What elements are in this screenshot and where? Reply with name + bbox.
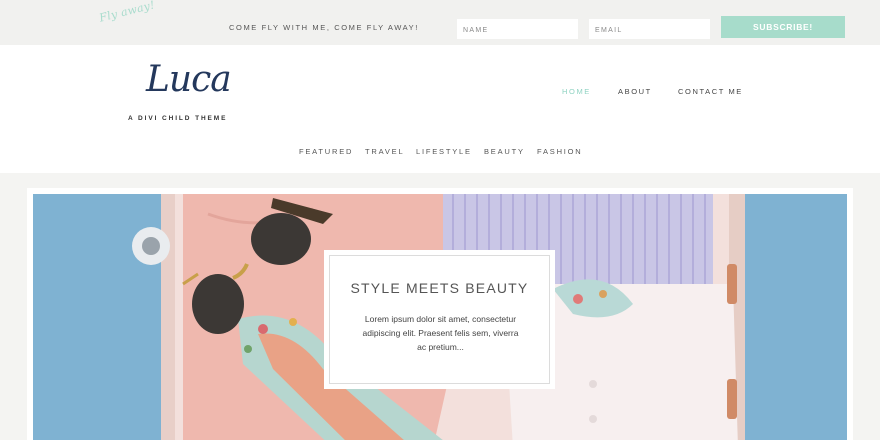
- site-logo[interactable]: Luca: [146, 59, 232, 100]
- fly-away-script: Fly away!: [98, 0, 157, 25]
- hero-caption-card: STYLE MEETS BEAUTY Lorem ipsum dolor sit…: [324, 250, 555, 389]
- nav-contact-me[interactable]: CONTACT ME: [678, 87, 743, 96]
- nav-home[interactable]: HOME: [562, 87, 591, 96]
- nav-about[interactable]: ABOUT: [618, 87, 652, 96]
- category-beauty[interactable]: BEAUTY: [484, 147, 525, 156]
- hero-caption-border: STYLE MEETS BEAUTY Lorem ipsum dolor sit…: [329, 255, 550, 384]
- email-input[interactable]: [589, 19, 710, 39]
- category-featured[interactable]: FEATURED: [299, 147, 353, 156]
- category-fashion[interactable]: FASHION: [537, 147, 583, 156]
- subscribe-button[interactable]: SUBSCRIBE!: [721, 16, 845, 38]
- name-input[interactable]: [457, 19, 578, 39]
- logo-tagline: A DIVI CHILD THEME: [128, 115, 228, 122]
- top-bar: Fly away! COME FLY WITH ME, COME FLY AWA…: [0, 0, 880, 45]
- site-header: Luca A DIVI CHILD THEME HOME ABOUT CONTA…: [0, 45, 880, 173]
- hero-excerpt: Lorem ipsum dolor sit amet, consectetur …: [362, 314, 519, 352]
- hero-title: STYLE MEETS BEAUTY: [350, 280, 529, 296]
- category-lifestyle[interactable]: LIFESTYLE: [416, 147, 472, 156]
- category-travel[interactable]: TRAVEL: [365, 147, 404, 156]
- tagline: COME FLY WITH ME, COME FLY AWAY!: [229, 23, 419, 32]
